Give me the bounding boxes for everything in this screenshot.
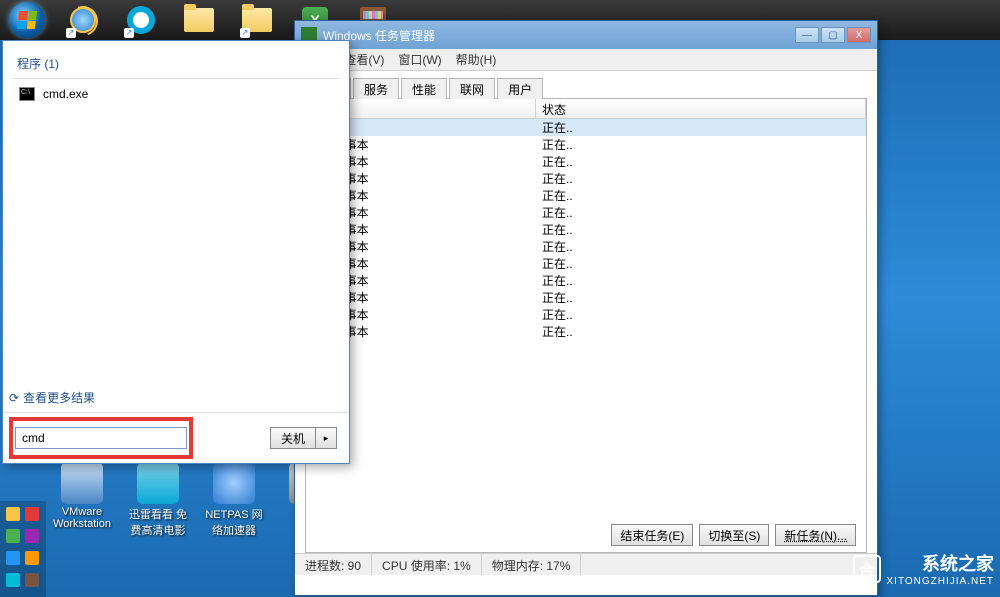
tab-services[interactable]: 服务 <box>353 78 399 99</box>
cell-status: 正在.. <box>536 255 866 272</box>
start-button[interactable] <box>0 0 54 40</box>
taskbar-ie[interactable]: ↗ <box>54 0 112 40</box>
shutdown-button[interactable]: 关机 <box>270 427 315 449</box>
titlebar[interactable]: Windows 任务管理器 — ▢ X <box>295 21 877 49</box>
status-memory: 物理内存: 17% <box>482 554 582 575</box>
task-list: 状态 25 秒正在..题 - 记事本正在..题 - 记事本正在..题 - 记事本… <box>305 99 867 553</box>
table-row[interactable]: 25 秒正在.. <box>306 119 866 136</box>
system-tray[interactable] <box>0 501 46 597</box>
new-task-button[interactable]: 新任务(N)... <box>775 524 856 546</box>
tab-users[interactable]: 用户 <box>497 78 543 99</box>
table-row[interactable]: 题 - 记事本正在.. <box>306 204 866 221</box>
table-row[interactable]: 题 - 记事本正在.. <box>306 306 866 323</box>
menu-view[interactable]: 查看(V) <box>344 51 384 68</box>
tab-networking[interactable]: 联网 <box>449 78 495 99</box>
status-processes: 进程数: 90 <box>295 554 372 575</box>
cell-status: 正在.. <box>536 187 866 204</box>
table-row[interactable]: 题 - 记事本正在.. <box>306 255 866 272</box>
table-row[interactable]: 题 - 记事本正在.. <box>306 272 866 289</box>
task-manager-window: Windows 任务管理器 — ▢ X 项(O) 查看(V) 窗口(W) 帮助(… <box>294 20 878 596</box>
table-row[interactable]: 题 - 记事本正在.. <box>306 136 866 153</box>
col-status[interactable]: 状态 <box>536 99 866 118</box>
taskbar-folder[interactable]: ↗ <box>228 0 286 40</box>
switch-to-button[interactable]: 切换至(S) <box>699 524 769 546</box>
cell-status: 正在.. <box>536 119 866 136</box>
search-input[interactable] <box>15 427 187 449</box>
watermark: 合 系统之家 XITONGZHIJIA.NET <box>853 550 995 587</box>
close-button[interactable]: X <box>847 27 871 43</box>
taskbar-explorer[interactable] <box>170 0 228 40</box>
minimize-button[interactable]: — <box>795 27 819 43</box>
see-more-results[interactable]: ⟳ 查看更多结果 <box>3 385 349 410</box>
programs-header: 程序 (1) <box>13 49 339 76</box>
watermark-icon: 合 <box>853 555 881 583</box>
divider <box>3 412 349 413</box>
tab-strip: 进程 服务 性能 联网 用户 <box>305 77 867 99</box>
desktop-icon-netpas[interactable]: NETPAS 网 络加速器 <box>204 462 264 538</box>
table-row[interactable]: 题 - 记事本正在.. <box>306 289 866 306</box>
table-row[interactable]: 题 - 记事本正在.. <box>306 238 866 255</box>
table-row[interactable]: 题 - 记事本正在.. <box>306 221 866 238</box>
maximize-button[interactable]: ▢ <box>821 27 845 43</box>
tab-performance[interactable]: 性能 <box>401 78 447 99</box>
table-row[interactable]: 题 - 记事本正在.. <box>306 187 866 204</box>
cell-status: 正在.. <box>536 306 866 323</box>
end-task-button[interactable]: 结束任务(E) <box>611 524 693 546</box>
cell-status: 正在.. <box>536 153 866 170</box>
cell-status: 正在.. <box>536 289 866 306</box>
result-label: cmd.exe <box>43 87 88 101</box>
cell-status: 正在.. <box>536 272 866 289</box>
cmd-icon <box>19 87 35 101</box>
table-row[interactable]: 题 - 记事本正在.. <box>306 170 866 187</box>
menu-window[interactable]: 窗口(W) <box>398 51 441 68</box>
desktop-icon-xunlei[interactable]: 迅雷看看 免 费高清电影 <box>128 462 188 538</box>
cell-status: 正在.. <box>536 170 866 187</box>
divider <box>13 78 339 79</box>
status-cpu: CPU 使用率: 1% <box>372 554 482 575</box>
menubar: 项(O) 查看(V) 窗口(W) 帮助(H) <box>295 49 877 71</box>
folder-icon <box>184 8 214 32</box>
cell-status: 正在.. <box>536 238 866 255</box>
table-row[interactable]: 题 - 记事本正在.. <box>306 323 866 340</box>
start-menu: 程序 (1) cmd.exe ⟳ 查看更多结果 关机 ▸ <box>2 40 350 464</box>
cell-status: 正在.. <box>536 221 866 238</box>
table-row[interactable]: 题 - 记事本正在.. <box>306 153 866 170</box>
taskbar-browser[interactable]: ↗ <box>112 0 170 40</box>
desktop-icon-vmware[interactable]: VMware Workstation <box>52 462 112 538</box>
status-bar: 进程数: 90 CPU 使用率: 1% 物理内存: 17% <box>295 553 877 575</box>
search-result-cmd[interactable]: cmd.exe <box>13 83 339 105</box>
menu-help[interactable]: 帮助(H) <box>456 51 497 68</box>
cell-status: 正在.. <box>536 136 866 153</box>
cell-status: 正在.. <box>536 323 866 340</box>
cell-status: 正在.. <box>536 204 866 221</box>
shutdown-options[interactable]: ▸ <box>315 427 337 449</box>
